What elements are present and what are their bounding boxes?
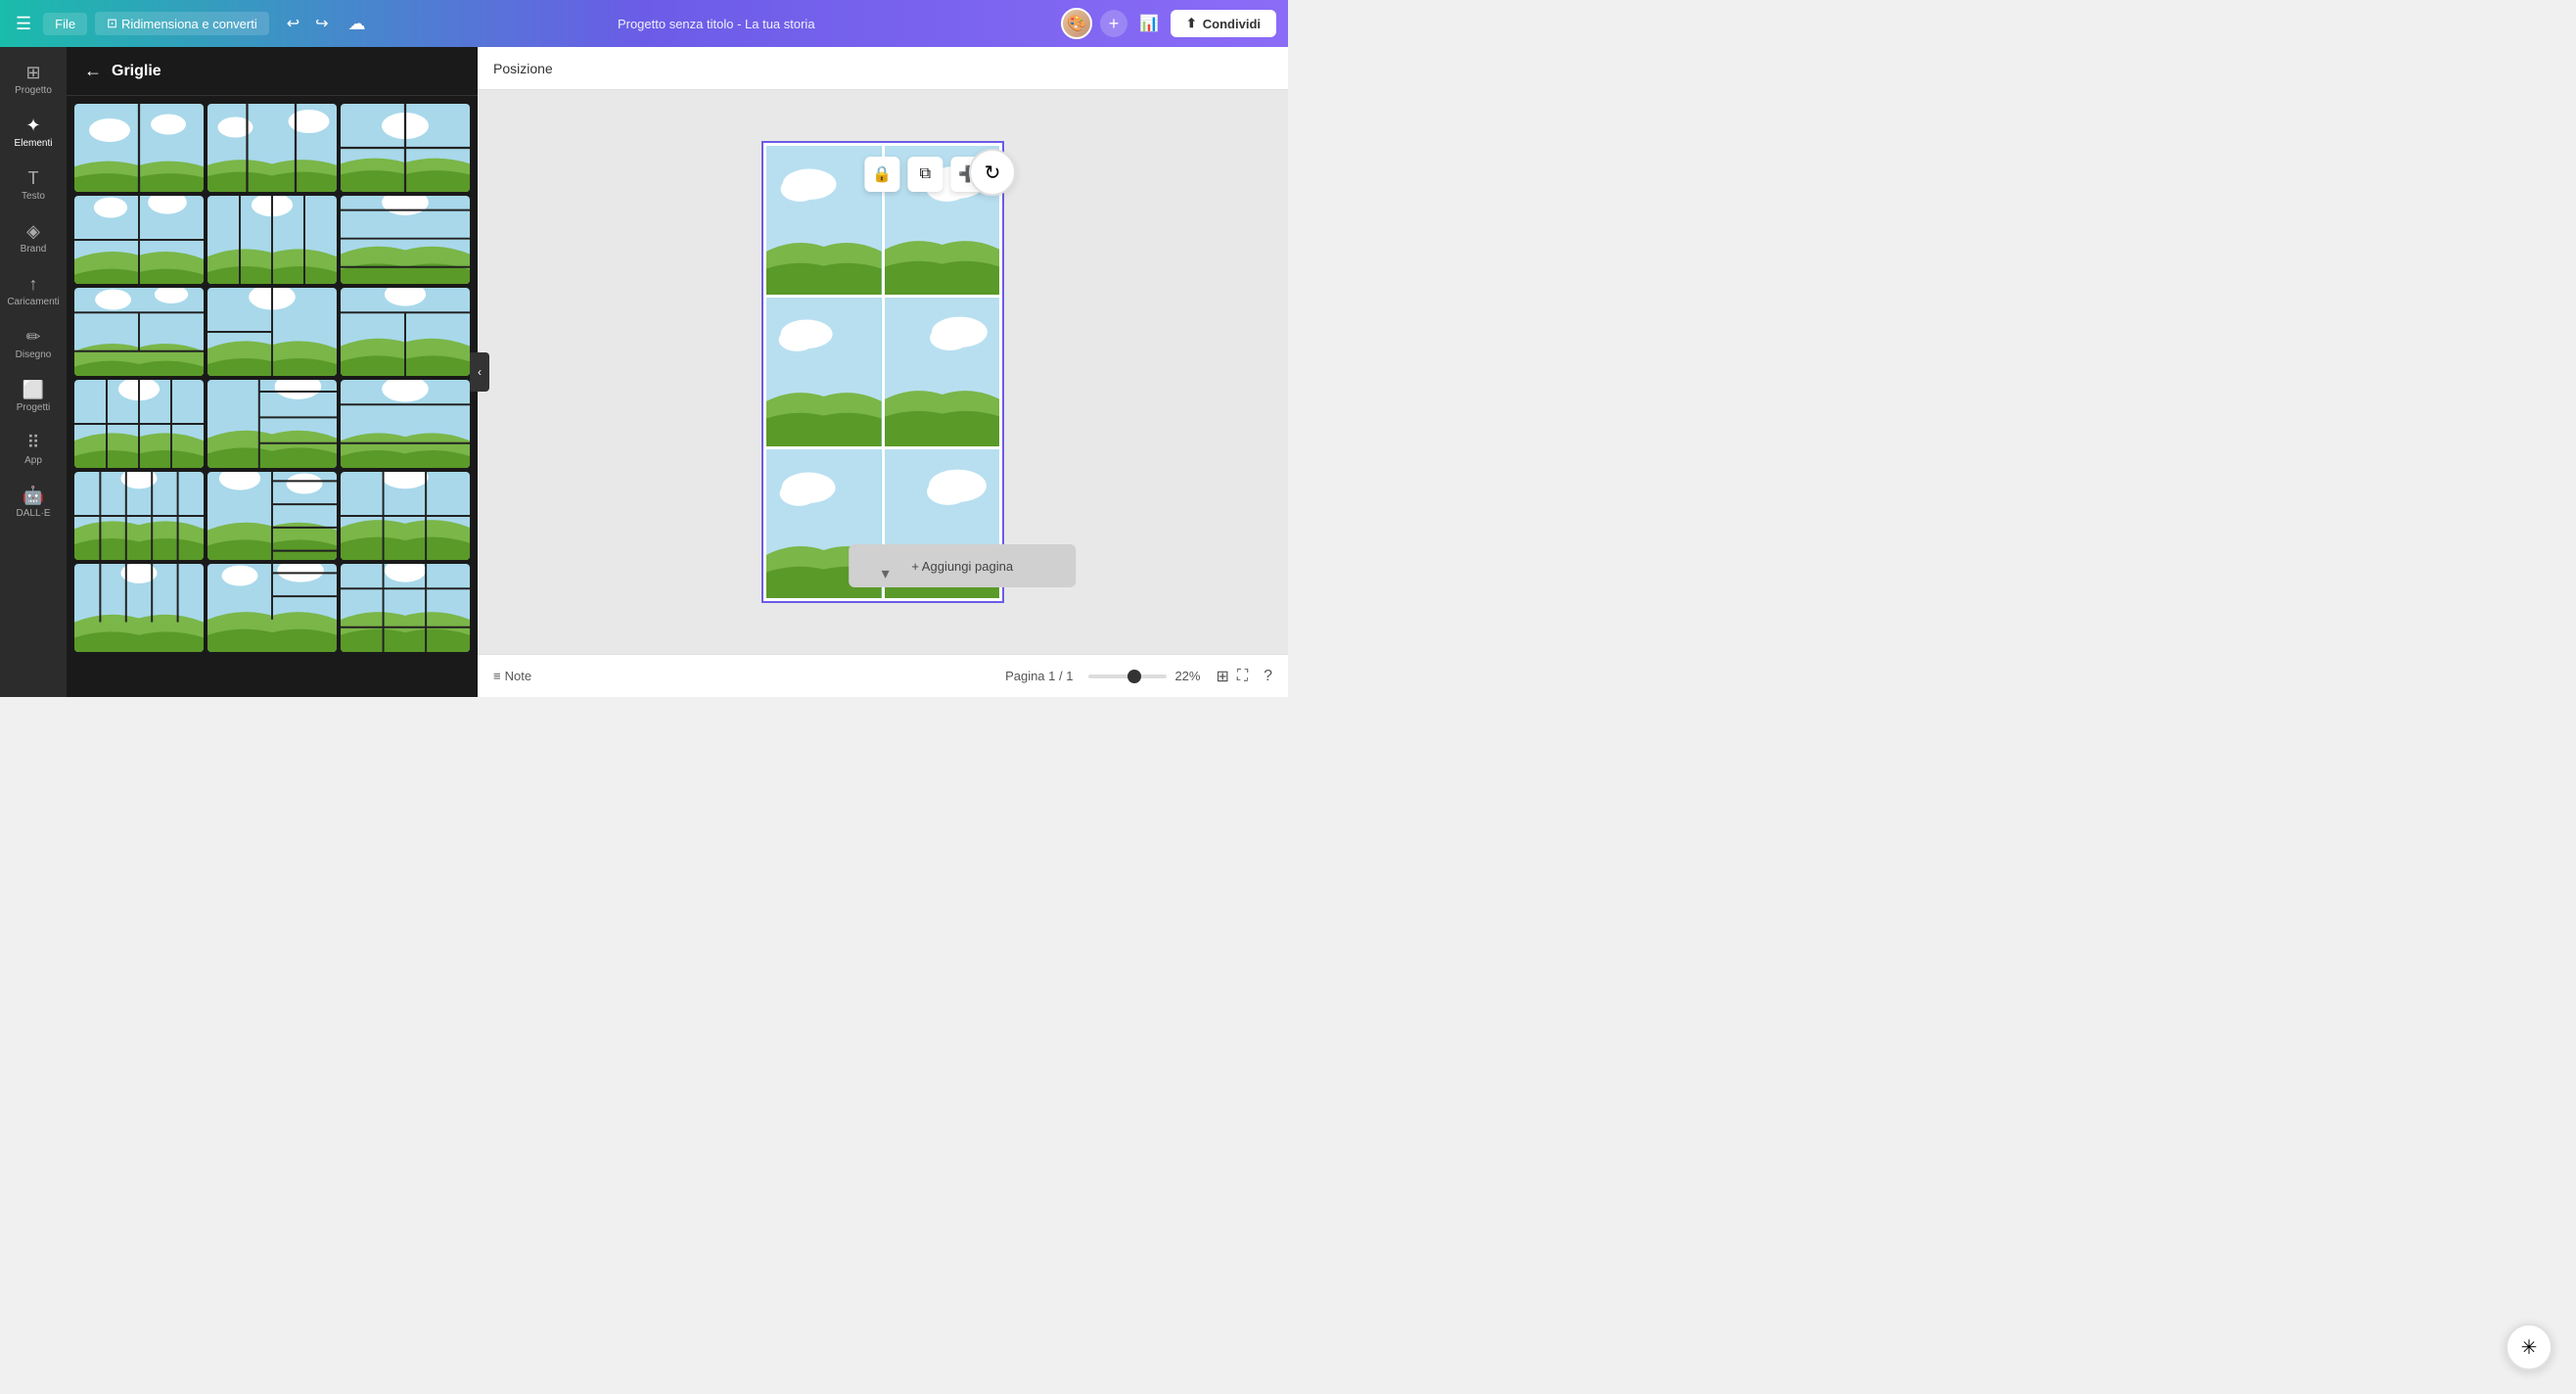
- grid-item-3-1[interactable]: [207, 380, 337, 468]
- canvas-viewport[interactable]: 🔒 ⧉ ➕ ↻: [478, 90, 1288, 654]
- topbar-right: 🎨 + 📊 ⬆ Condividi: [1061, 8, 1276, 39]
- duplicate-button[interactable]: ⧉: [907, 157, 943, 192]
- view-buttons: ⊞ ⛶: [1216, 667, 1248, 686]
- topbar: ☰ File ⊡ Ridimensiona e converti ↩ ↪ ☁ P…: [0, 0, 1288, 47]
- sidebar-item-progetti[interactable]: ⬜ Progetti: [4, 372, 63, 421]
- grid-row-2: [74, 288, 470, 376]
- lock-button[interactable]: 🔒: [864, 157, 899, 192]
- help-button[interactable]: ?: [1264, 668, 1272, 685]
- progetti-icon: ⬜: [23, 380, 44, 400]
- panel-back-button[interactable]: ←: [82, 59, 104, 83]
- grid-item-5-0[interactable]: [74, 564, 204, 652]
- sidebar-item-progetto[interactable]: ⊞ Progetto: [4, 55, 63, 104]
- bottom-bar: ≡ Note Pagina 1 / 1 22% ⊞ ⛶ ?: [478, 654, 1288, 697]
- grid-item-2-1[interactable]: [207, 288, 337, 376]
- menu-icon[interactable]: ☰: [12, 10, 35, 38]
- elementi-icon: ✦: [25, 116, 40, 136]
- file-button[interactable]: File: [43, 13, 87, 35]
- grid-item-1-0[interactable]: [74, 196, 204, 284]
- grid-item-4-0[interactable]: [74, 472, 204, 560]
- fullscreen-button[interactable]: ⛶: [1237, 667, 1248, 686]
- grid-item-1-1[interactable]: [207, 196, 337, 284]
- zoom-controls: 22%: [1088, 669, 1200, 683]
- refresh-button[interactable]: ↻: [969, 149, 1016, 196]
- grid-item-0-2[interactable]: [341, 104, 470, 192]
- share-button[interactable]: ⬆ Condividi: [1171, 10, 1276, 37]
- grid-row-5: [74, 564, 470, 652]
- grid-row-1: [74, 196, 470, 284]
- sidebar-item-disegno[interactable]: ✏ Disegno: [4, 319, 63, 368]
- collapse-panel-button[interactable]: ‹: [470, 352, 489, 392]
- grid-item-1-2[interactable]: [341, 196, 470, 284]
- sidebar-item-testo[interactable]: T Testo: [4, 161, 63, 209]
- grid-row-3: [74, 380, 470, 468]
- zoom-thumb: [1127, 670, 1141, 683]
- undo-button[interactable]: ↩: [281, 10, 305, 37]
- dalle-icon: 🤖: [23, 486, 44, 506]
- panel-content[interactable]: [67, 96, 478, 697]
- zoom-label: 22%: [1174, 669, 1200, 683]
- grid-item-3-2[interactable]: [341, 380, 470, 468]
- grid-item-0-0[interactable]: [74, 104, 204, 192]
- canvas-cell-2-2[interactable]: [885, 298, 1000, 446]
- grid-row-4: [74, 472, 470, 560]
- avatar[interactable]: 🎨: [1061, 8, 1092, 39]
- grid-item-0-1[interactable]: [207, 104, 337, 192]
- app-icon: ⠿: [26, 433, 39, 453]
- grid-row-0: [74, 104, 470, 192]
- caricamenti-icon: ↑: [29, 274, 38, 295]
- disegno-icon: ✏: [25, 327, 40, 348]
- sidebar-item-elementi[interactable]: ✦ Elementi: [4, 108, 63, 157]
- design-canvas[interactable]: [761, 141, 1004, 603]
- share-icon: ⬆: [1186, 16, 1197, 31]
- resize-button[interactable]: ⊡ Ridimensiona e converti: [95, 12, 269, 35]
- canvas-cell-2-1[interactable]: [766, 298, 882, 446]
- grid-item-3-0[interactable]: [74, 380, 204, 468]
- project-title: Progetto senza titolo - La tua storia: [380, 17, 1053, 31]
- add-collaborator-button[interactable]: +: [1100, 10, 1127, 37]
- grid-item-4-1[interactable]: [207, 472, 337, 560]
- nav-buttons: ↩ ↪: [281, 10, 335, 37]
- sidebar-item-app[interactable]: ⠿ App: [4, 425, 63, 474]
- position-label: Posizione: [493, 61, 553, 76]
- grid-item-5-1[interactable]: [207, 564, 337, 652]
- brand-icon: ◈: [26, 221, 40, 242]
- panel-header: ← Griglie: [67, 47, 478, 96]
- icon-sidebar: ⊞ Progetto ✦ Elementi T Testo ◈ Brand ↑ …: [0, 47, 67, 697]
- notes-icon: ≡: [493, 669, 501, 683]
- grid-view-button[interactable]: ⊞: [1216, 667, 1228, 686]
- show-pages-button[interactable]: ▾: [882, 564, 890, 583]
- canvas-toolbar: Posizione: [478, 47, 1288, 90]
- sidebar-item-dalle[interactable]: 🤖 DALL·E: [4, 478, 63, 527]
- grid-item-4-2[interactable]: [341, 472, 470, 560]
- resize-icon: ⊡: [107, 16, 117, 31]
- stats-button[interactable]: 📊: [1135, 10, 1163, 37]
- progetto-icon: ⊞: [25, 63, 40, 83]
- testo-icon: T: [28, 168, 39, 189]
- cloud-save-button[interactable]: ☁: [343, 10, 372, 38]
- main-layout: ⊞ Progetto ✦ Elementi T Testo ◈ Brand ↑ …: [0, 47, 1288, 697]
- magic-assistant-button[interactable]: ✳: [2506, 1324, 2553, 1371]
- sidebar-item-brand[interactable]: ◈ Brand: [4, 213, 63, 262]
- page-info: Pagina 1 / 1: [1005, 669, 1073, 683]
- redo-button[interactable]: ↪: [309, 10, 334, 37]
- grid-item-2-2[interactable]: [341, 288, 470, 376]
- grid-item-2-0[interactable]: [74, 288, 204, 376]
- panel-title: Griglie: [112, 63, 161, 80]
- sidebar-item-caricamenti[interactable]: ↑ Caricamenti: [4, 266, 63, 315]
- zoom-slider[interactable]: [1088, 674, 1167, 678]
- canvas-area: Posizione 🔒 ⧉ ➕ ↻: [478, 47, 1288, 697]
- grids-panel: ← Griglie: [67, 47, 478, 697]
- floating-toolbar: 🔒 ⧉ ➕: [864, 157, 986, 192]
- notes-button[interactable]: ≡ Note: [493, 669, 531, 683]
- grid-item-5-2[interactable]: [341, 564, 470, 652]
